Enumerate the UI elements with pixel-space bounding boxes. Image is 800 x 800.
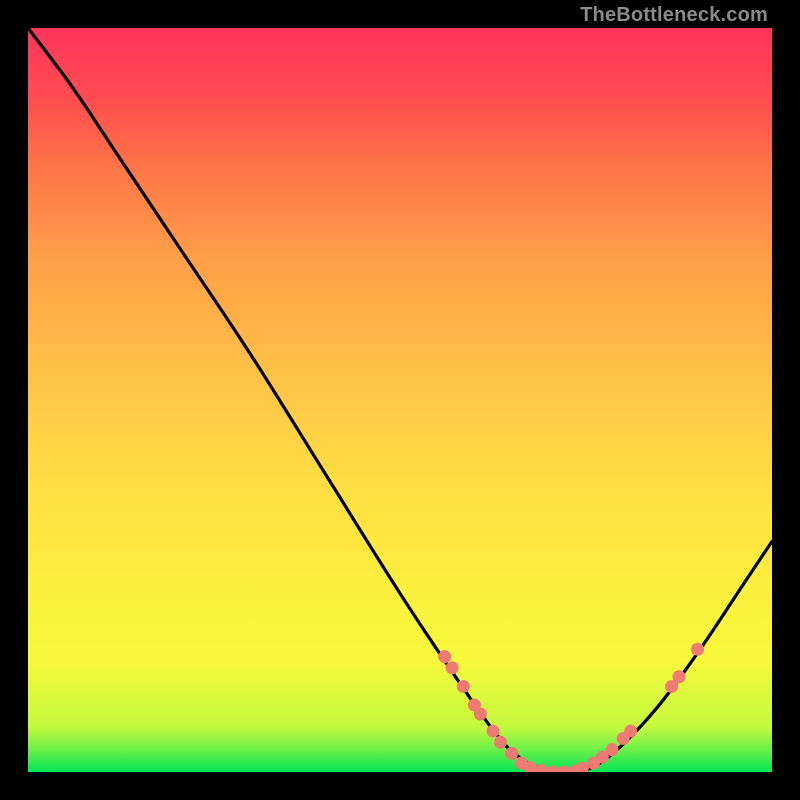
data-marker (576, 762, 589, 772)
data-marker (673, 670, 686, 683)
data-marker (457, 680, 470, 693)
data-marker (487, 725, 500, 738)
data-marker (438, 650, 451, 663)
chart-svg (28, 28, 772, 772)
watermark-label: TheBottleneck.com (580, 4, 768, 27)
data-marker (606, 743, 619, 756)
bottleneck-curve (28, 28, 772, 772)
chart-frame (28, 28, 772, 772)
data-marker (546, 766, 559, 773)
data-marker (535, 764, 548, 772)
data-marker (446, 661, 459, 674)
data-marker (691, 643, 704, 656)
data-marker (624, 725, 637, 738)
data-markers (438, 643, 704, 772)
data-marker (474, 707, 487, 720)
data-marker (494, 736, 507, 749)
data-marker (505, 747, 518, 760)
data-marker (557, 766, 570, 773)
